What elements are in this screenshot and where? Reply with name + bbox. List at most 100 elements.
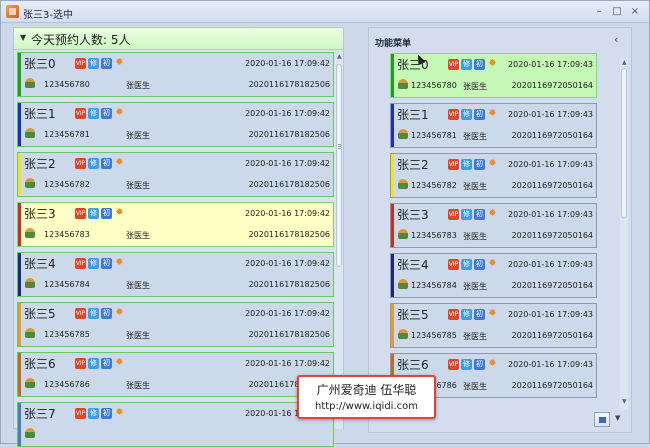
status-badges: VIP 修初 ✹ [448,209,500,220]
card-color-bar [391,154,394,197]
appointment-number: 2020116972050164 [511,231,593,240]
appointment-card[interactable]: 张三1 VIP 修初 ✹ 2020-01-16 17:09:42 123456781 张医生… [17,102,334,147]
patient-name: 张三5 [397,308,429,322]
watermark-url: http://www.iqidi.com [315,401,418,412]
doctor-name: 张医生 [463,132,487,141]
patient-phone: 123456783 [44,230,90,239]
initial-badge-icon: 初 [474,159,485,170]
appointment-card[interactable]: 张三6 VIP 修初 ✹ 2020-01-16 17:09:42 123456786 张医生… [17,352,334,397]
patient-phone: 123456785 [411,331,457,340]
scroll-up-icon[interactable]: ▲ [622,59,627,66]
status-badges: VIP 修初 ✹ [75,208,127,219]
scroll-down-icon[interactable]: ▼ [622,398,627,405]
scroll-up-icon[interactable]: ▲ [337,53,342,60]
appointment-time: 2020-01-16 17:09:43 [508,210,593,219]
repair-badge-icon: 修 [461,159,472,170]
menu-card[interactable]: 张三1 VIP 修初 ✹ 2020-01-16 17:09:43 123456781 张医生… [390,103,597,148]
layout-toggle-button[interactable] [594,412,610,427]
star-badge-icon: ✹ [488,158,497,169]
appointment-card[interactable]: 张三4 VIP 修初 ✹ 2020-01-16 17:09:42 123456784 张医生… [17,252,334,297]
user-icon [25,428,35,438]
initial-badge-icon: 初 [101,258,112,269]
repair-badge-icon: 修 [88,158,99,169]
doctor-name: 张医生 [126,181,150,190]
function-menu-title: 功能菜单 [375,39,412,49]
vip-badge-icon: VIP [448,309,459,320]
doctor-name: 张医生 [463,332,487,341]
patient-phone: 123456781 [44,130,90,139]
appointment-number: 20201161781825​06 [248,80,330,89]
appointment-time: 2020-01-16 17:09:42 [245,59,330,68]
vip-badge-icon: VIP [448,59,459,70]
window-title: 张三3-选中 [23,10,73,21]
repair-badge-icon: 修 [461,309,472,320]
appointment-number: 2020116972050164 [511,131,593,140]
card-color-bar [18,303,21,346]
star-badge-icon: ✹ [488,258,497,269]
close-button[interactable]: × [627,5,643,19]
card-color-bar [18,403,21,446]
appointment-list-header[interactable]: ▼ 今天预约人数: 5人 [14,28,343,50]
card-color-bar [391,204,394,247]
appointment-card[interactable]: 张三3 VIP 修初 ✹ 2020-01-16 17:09:42 123456783 张医生… [17,202,334,247]
doctor-name: 张医生 [463,282,487,291]
repair-badge-icon: 修 [88,358,99,369]
appointment-card[interactable]: 张三2 VIP 修初 ✹ 2020-01-16 17:09:42 123456782 张医生… [17,152,334,197]
card-color-bar [391,254,394,297]
status-badges: VIP 修初 ✹ [75,158,127,169]
right-scrollbar-thumb[interactable] [621,68,627,218]
menu-card[interactable]: 张三2 VIP 修初 ✹ 2020-01-16 17:09:43 123456782 张医生… [390,153,597,198]
vip-badge-icon: VIP [448,209,459,220]
dropdown-arrow-icon[interactable]: ▼ [615,414,620,422]
appointment-time: 2020-01-16 17:09:42 [245,359,330,368]
maximize-button[interactable]: □ [609,5,625,19]
status-badges: VIP 修初 ✹ [75,358,127,369]
vip-badge-icon: VIP [75,108,86,119]
repair-badge-icon: 修 [88,408,99,419]
appointment-time: 2020-01-16 17:09:43 [508,260,593,269]
appointment-card[interactable]: 张三0 VIP 修初 ✹ 2020-01-16 17:09:42 123456780 张医生… [17,52,334,97]
appointment-number: 2020116178182506 [248,180,330,189]
minimize-button[interactable]: – [591,5,607,19]
menu-card[interactable]: 张三4 VIP 修初 ✹ 2020-01-16 17:09:43 123456784 张医生… [390,253,597,298]
patient-phone: 123456783 [411,231,457,240]
initial-badge-icon: 初 [101,358,112,369]
vip-badge-icon: VIP [75,258,86,269]
appointment-card[interactable]: 张三7 VIP 修初 ✹ 2020-01-16 17:09:42 [17,402,334,447]
initial-badge-icon: 初 [474,59,485,70]
doctor-name: 张医生 [126,81,150,90]
collapse-panel-button[interactable]: ‹ [614,33,618,46]
function-menu-panel: 功能菜单 ‹ 张三0 VIP 修初 ✹ 2020-01-16 17:09:43 12345… [368,27,632,433]
star-badge-icon: ✹ [488,308,497,319]
user-icon [398,229,408,239]
app-icon [6,5,19,18]
appointment-time: 2020-01-16 17:09:43 [508,160,593,169]
left-scrollbar-thumb[interactable] [336,64,342,267]
patient-name: 张三1 [397,108,429,122]
appointment-time: 2020-01-16 17:09:42 [245,159,330,168]
star-badge-icon: ✹ [115,207,124,218]
appointment-number: 2020116972050164 [511,81,593,90]
collapse-chevron-icon[interactable]: ▼ [20,33,26,42]
star-badge-icon: ✹ [488,108,497,119]
card-color-bar [18,253,21,296]
user-icon [25,178,35,188]
status-badges: VIP 修初 ✹ [75,408,127,419]
appointment-card[interactable]: 张三5 VIP 修初 ✹ 2020-01-16 17:09:42 123456785 张医生… [17,302,334,347]
initial-badge-icon: 初 [101,158,112,169]
vip-badge-icon: VIP [75,358,86,369]
repair-badge-icon: 修 [461,359,472,370]
vip-badge-icon: VIP [75,308,86,319]
vip-badge-icon: VIP [75,408,86,419]
menu-card[interactable]: 张三5 VIP 修初 ✹ 2020-01-16 17:09:43 123456785 张医生… [390,303,597,348]
card-color-bar [391,54,394,97]
appointment-list-panel: ▼ 今天预约人数: 5人 张三0 VIP 修初 ✹ 2020-01-16 17:09:4… [13,27,344,447]
doctor-name: 张医生 [463,232,487,241]
patient-name: 张三6 [397,358,429,372]
appointment-number: 2020116178182506 [248,330,330,339]
menu-card[interactable]: 张三3 VIP 修初 ✹ 2020-01-16 17:09:43 123456783 张医生… [390,203,597,248]
status-badges: VIP 修初 ✹ [448,59,500,70]
repair-badge-icon: 修 [88,58,99,69]
vip-badge-icon: VIP [75,208,86,219]
patient-name: 张三0 [24,57,56,71]
